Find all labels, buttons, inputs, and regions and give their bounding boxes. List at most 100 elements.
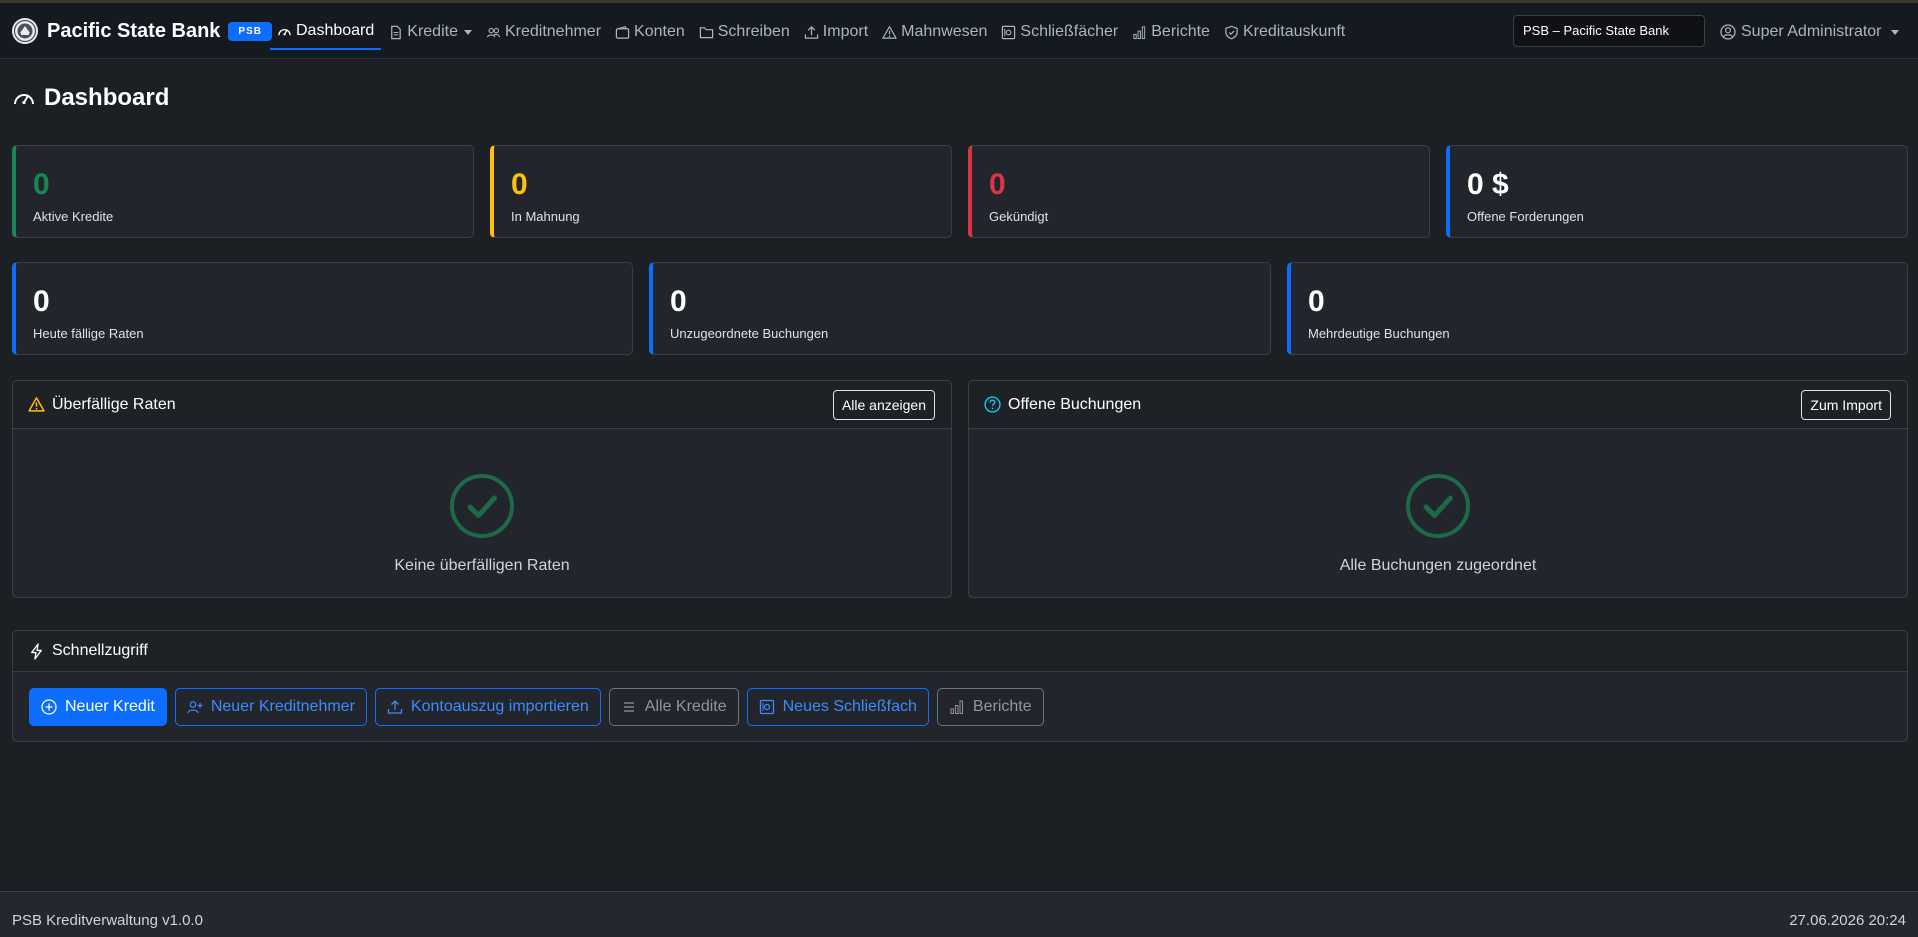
document-icon (391, 25, 402, 39)
shield-check-icon (1225, 25, 1238, 40)
stat-value: 0 (670, 285, 687, 318)
bank-select[interactable]: PSB – Pacific State Bank (1513, 15, 1705, 47)
warning-icon (28, 397, 45, 412)
nav-kredite[interactable]: Kredite (381, 14, 479, 50)
bookings-empty-state: Alle Buchungen zugeordnet (969, 473, 1907, 575)
nav-schliessfaecher-label: Schließfächer (1020, 23, 1119, 40)
wallet-icon (615, 25, 630, 39)
neuer-kreditnehmer-label: Neuer Kreditnehmer (210, 698, 355, 715)
stat-offene-forderungen: 0 $ Offene Forderungen (1446, 145, 1908, 238)
stat-mehrdeutige-buchungen: 0 Mehrdeutige Buchungen (1287, 262, 1908, 355)
overdue-title-text: Überfällige Raten (52, 395, 176, 413)
upload-icon (387, 700, 403, 714)
stat-value: 0 (511, 168, 528, 201)
zum-import-button[interactable]: Zum Import (1801, 390, 1891, 420)
nav-kredite-label: Kredite (407, 23, 458, 40)
nav-dashboard[interactable]: Dashboard (270, 14, 382, 50)
stat-aktive-kredite: 0 Aktive Kredite (12, 145, 474, 238)
neues-schliessfach-button[interactable]: Neues Schließfach (746, 688, 929, 726)
quick-access-panel: Schnellzugriff Neuer Kredit Neuer Kredit… (12, 630, 1908, 742)
speedometer-icon (14, 94, 34, 105)
bookings-panel-header: Offene Buchungen Zum Import (969, 381, 1907, 429)
alle-kredite-label: Alle Kredite (644, 698, 727, 715)
safe-icon (759, 699, 774, 715)
nav-kreditauskunft-label: Kreditauskunft (1242, 23, 1346, 40)
warning-icon (882, 25, 897, 39)
main-nav: Dashboard Kredite Kreditnehmer Konten Sc… (270, 14, 1352, 50)
stat-label: Gekündigt (989, 209, 1049, 224)
speedometer-icon (278, 28, 291, 35)
bookings-panel: Offene Buchungen Zum Import Alle Buchung… (968, 380, 1908, 598)
brand-name: Pacific State Bank (47, 19, 221, 42)
stat-value: 0 (33, 168, 50, 201)
alle-anzeigen-button[interactable]: Alle anzeigen (832, 390, 935, 420)
nav-kreditnehmer[interactable]: Kreditnehmer (479, 14, 608, 50)
quick-access-buttons: Neuer Kredit Neuer Kreditnehmer Kontoaus… (29, 688, 1052, 726)
chevron-down-icon (463, 29, 472, 35)
stat-label: In Mahnung (511, 209, 580, 224)
user-menu[interactable]: Super Administrator (1720, 23, 1899, 41)
kontoauszug-importieren-button[interactable]: Kontoauszug importieren (374, 688, 601, 726)
people-icon (486, 27, 501, 37)
nav-schliessfaecher[interactable]: Schließfächer (994, 14, 1125, 50)
person-add-icon (187, 701, 203, 714)
nav-schreiben[interactable]: Schreiben (692, 14, 797, 50)
stat-label: Aktive Kredite (33, 209, 114, 224)
footer-datetime: 27.06.2026 20:24 (1789, 912, 1906, 929)
stat-value: 0 (33, 285, 50, 318)
lightning-icon (31, 642, 42, 660)
navbar: Pacific State Bank PSB Dashboard Kredite… (0, 3, 1918, 59)
upload-icon (804, 25, 818, 39)
chevron-down-icon (1890, 29, 1899, 35)
stat-gekuendigt: 0 Gekündigt (968, 145, 1430, 238)
nav-import-label: Import (822, 23, 869, 40)
nav-kreditauskunft[interactable]: Kreditauskunft (1217, 14, 1352, 50)
stat-heute-faellige-raten: 0 Heute fällige Raten (12, 262, 633, 355)
footer: PSB Kreditverwaltung v1.0.0 27.06.2026 2… (0, 891, 1918, 937)
berichte-button[interactable]: Berichte (936, 688, 1044, 726)
overdue-empty-message: Keine überfälligen Raten (394, 557, 570, 574)
berichte-label: Berichte (972, 698, 1032, 715)
stat-unzugeordnete-buchungen: 0 Unzugeordnete Buchungen (649, 262, 1271, 355)
bookings-empty-message: Alle Buchungen zugeordnet (1339, 557, 1537, 574)
stat-label: Offene Forderungen (1467, 209, 1584, 224)
stat-label: Unzugeordnete Buchungen (670, 326, 829, 341)
nav-berichte[interactable]: Berichte (1125, 14, 1217, 50)
brand-badge: PSB (228, 21, 272, 41)
quick-access-header: Schnellzugriff (13, 631, 1907, 672)
nav-konten[interactable]: Konten (608, 14, 692, 50)
footer-version: PSB Kreditverwaltung v1.0.0 (12, 912, 203, 929)
stat-value: 0 $ (1467, 168, 1509, 201)
page-title-text: Dashboard (44, 84, 170, 111)
stat-value: 0 (989, 168, 1006, 201)
nav-import[interactable]: Import (797, 14, 875, 50)
bank-seal-icon (12, 18, 38, 44)
nav-mahnwesen[interactable]: Mahnwesen (875, 14, 994, 50)
neuer-kredit-button[interactable]: Neuer Kredit (29, 688, 167, 726)
user-circle-icon (1720, 24, 1736, 40)
overdue-panel: Überfällige Raten Alle anzeigen Keine üb… (12, 380, 952, 598)
overdue-panel-title: Überfällige Raten (28, 396, 176, 414)
check-circle-icon (1406, 474, 1470, 538)
stat-label: Heute fällige Raten (33, 326, 144, 341)
neuer-kreditnehmer-button[interactable]: Neuer Kreditnehmer (174, 688, 367, 726)
nav-mahnwesen-label: Mahnwesen (901, 23, 988, 40)
nav-dashboard-label: Dashboard (296, 22, 375, 39)
brand[interactable]: Pacific State Bank PSB (11, 17, 272, 45)
quick-access-title: Schnellzugriff (28, 642, 148, 660)
overdue-empty-state: Keine überfälligen Raten (13, 473, 951, 575)
alle-kredite-button[interactable]: Alle Kredite (608, 688, 739, 726)
check-circle-icon (450, 474, 514, 538)
neuer-kredit-label: Neuer Kredit (65, 698, 155, 715)
question-circle-icon (984, 396, 1001, 413)
stat-in-mahnung: 0 In Mahnung (490, 145, 952, 238)
folder-icon (699, 26, 713, 38)
safe-icon (1002, 25, 1016, 39)
stat-label: Mehrdeutige Buchungen (1308, 326, 1450, 341)
nav-kreditnehmer-label: Kreditnehmer (504, 23, 602, 40)
plus-circle-icon (41, 699, 57, 715)
kontoauszug-importieren-label: Kontoauszug importieren (410, 698, 589, 715)
nav-schreiben-label: Schreiben (717, 23, 790, 40)
nav-berichte-label: Berichte (1151, 23, 1210, 40)
user-name: Super Administrator (1741, 23, 1882, 40)
